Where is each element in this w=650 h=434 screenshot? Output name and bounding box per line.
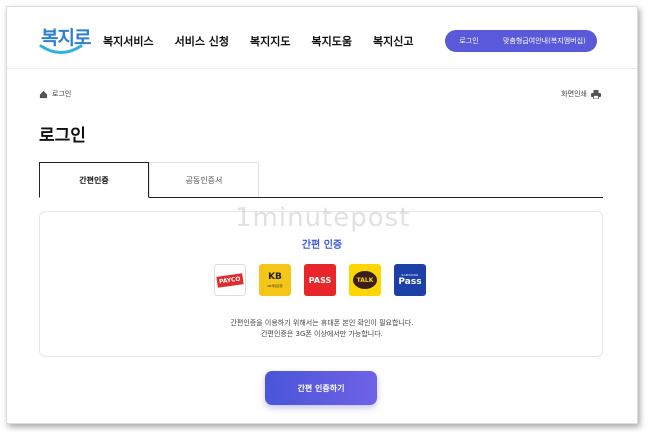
site-logo[interactable]: 복지로	[37, 23, 91, 59]
provider-payco-button[interactable]: PAYCO	[214, 264, 246, 296]
header-login-link[interactable]: 로그인	[451, 36, 487, 46]
page-title: 로그인	[39, 126, 86, 146]
nav-item-welfare-map[interactable]: 복지지도	[250, 33, 290, 49]
tab-simple-auth[interactable]: 간편인증	[39, 162, 149, 198]
samsung-pass-logo: Pass	[398, 277, 422, 287]
notice-line-2: 간편인증은 3G폰 이상에서만 가능합니다.	[261, 330, 383, 338]
notice-line-1: 간편인증을 이용하기 위해서는 휴대폰 본인 확인이 필요합니다.	[230, 319, 414, 327]
browser-frame: 복지로 복지서비스 서비스 신청 복지지도 복지도움 복지신고 로그인 맞춤형급…	[6, 6, 638, 424]
card-title: 간편 인증	[301, 240, 343, 251]
nav-item-welfare-report[interactable]: 복지신고	[373, 33, 413, 49]
header-action-pill: 로그인 맞춤형급여안내(복지멤버십)	[445, 30, 597, 52]
kakaotalk-logo: TALK	[353, 271, 377, 289]
home-icon[interactable]	[39, 90, 48, 99]
simple-auth-submit-button[interactable]: 간편 인증하기	[265, 371, 377, 405]
auth-tabs: 간편인증 공동인증서	[39, 162, 603, 198]
provider-samsung-pass-button[interactable]: SAMSUNG Pass	[394, 264, 426, 296]
print-label: 화면인쇄	[561, 90, 587, 98]
pass-logo: PASS	[308, 275, 332, 285]
breadcrumb: 로그인	[39, 89, 71, 99]
breadcrumb-current: 로그인	[52, 90, 72, 98]
main-nav: 복지서비스 서비스 신청 복지지도 복지도움 복지신고	[103, 33, 414, 49]
provider-kakaotalk-button[interactable]: TALK	[349, 264, 381, 296]
nav-item-welfare-help[interactable]: 복지도움	[312, 33, 352, 49]
kb-logo: KB	[268, 272, 282, 282]
provider-kb-button[interactable]: KB KB국민은행	[259, 264, 291, 296]
payco-logo: PAYCO	[216, 272, 244, 288]
auth-notice: 간편인증을 이용하기 위해서는 휴대폰 본인 확인이 필요합니다. 간편인증은 …	[40, 318, 604, 340]
printer-icon	[591, 89, 601, 99]
nav-item-welfare-service[interactable]: 복지서비스	[103, 33, 154, 49]
site-header: 복지로 복지서비스 서비스 신청 복지지도 복지도움 복지신고 로그인 맞춤형급…	[7, 7, 637, 69]
print-button[interactable]: 화면인쇄	[561, 89, 601, 99]
kb-sublabel: KB국민은행	[267, 284, 283, 288]
membership-link[interactable]: 맞춤형급여안내(복지멤버십)	[503, 36, 586, 46]
simple-auth-card: 간편 인증 PAYCO KB KB국민은행 PASS TALK SAMSUNG …	[39, 211, 603, 357]
logo-smile-icon	[39, 44, 83, 54]
tab-joint-certificate[interactable]: 공동인증서	[149, 162, 259, 197]
auth-provider-list: PAYCO KB KB국민은행 PASS TALK SAMSUNG Pass	[214, 264, 426, 296]
provider-pass-button[interactable]: PASS	[304, 264, 336, 296]
nav-item-service-apply[interactable]: 서비스 신청	[175, 33, 229, 49]
